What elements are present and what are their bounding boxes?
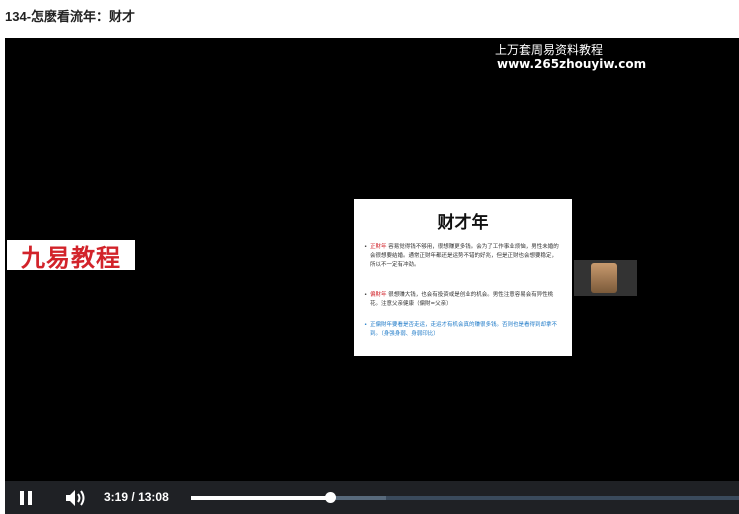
- volume-icon[interactable]: [65, 489, 87, 507]
- pause-icon: [28, 491, 32, 505]
- presenter-face: [591, 263, 617, 293]
- seek-handle[interactable]: [324, 492, 336, 503]
- bullet-term: 正財年: [370, 244, 387, 250]
- slide-bullet: • 正偏財年要看是否走运，走运才有机会真的赚很多钱。否则也是看得到却拿不到。（身…: [364, 322, 558, 337]
- pause-button[interactable]: [19, 491, 33, 505]
- webcam-thumbnail: [574, 260, 637, 296]
- time-separator: /: [131, 490, 135, 504]
- bullet-text: 容易觉得钱不够用，很想赚更多钱。会为了工作事业烦恼，男性未婚的会很想要结婚。通常…: [370, 244, 559, 268]
- bullet-text: 正偏財年要看是否走运，走运才有机会真的赚很多钱。否则也是看得到却拿不到。（身强身…: [370, 322, 558, 337]
- bullet-text: 很想赚大钱，也会有投资或是创业的机会。男性注意容易会有异性桃花。注意父亲健康（偏…: [370, 292, 554, 307]
- watermark-line1: 上万套周易资料教程: [495, 43, 604, 57]
- watermark-line2: www.265zhouyiw.com: [497, 57, 647, 71]
- time-display: 3:19 / 13:08: [104, 490, 169, 504]
- brand-overlay-text: 九易教程: [21, 243, 121, 272]
- progress-bar[interactable]: [191, 492, 739, 503]
- player-controls: 3:19 / 13:08: [5, 481, 739, 514]
- duration: 13:08: [138, 490, 169, 504]
- presentation-slide: 财才年 • 正財年 容易觉得钱不够用，很想赚更多钱。会为了工作事业烦恼，男性未婚的…: [354, 199, 572, 356]
- bullet-term: 偏財年: [370, 292, 387, 298]
- video-player[interactable]: 上万套周易资料教程 www.265zhouyiw.com 九易教程 财才年 • 正…: [5, 38, 739, 514]
- page-title: 134-怎麽看流年：财才: [5, 9, 136, 24]
- current-time: 3:19: [104, 490, 129, 504]
- pause-icon: [20, 491, 24, 505]
- slide-bullet: • 偏財年 很想赚大钱，也会有投资或是创业的机会。男性注意容易会有异性桃花。注意父…: [364, 292, 554, 307]
- slide-bullet: • 正財年 容易觉得钱不够用，很想赚更多钱。会为了工作事业烦恼，男性未婚的会很想要…: [364, 244, 559, 268]
- slide-title: 财才年: [437, 213, 489, 233]
- brand-overlay: 九易教程: [7, 240, 135, 272]
- played-bar: [191, 496, 330, 500]
